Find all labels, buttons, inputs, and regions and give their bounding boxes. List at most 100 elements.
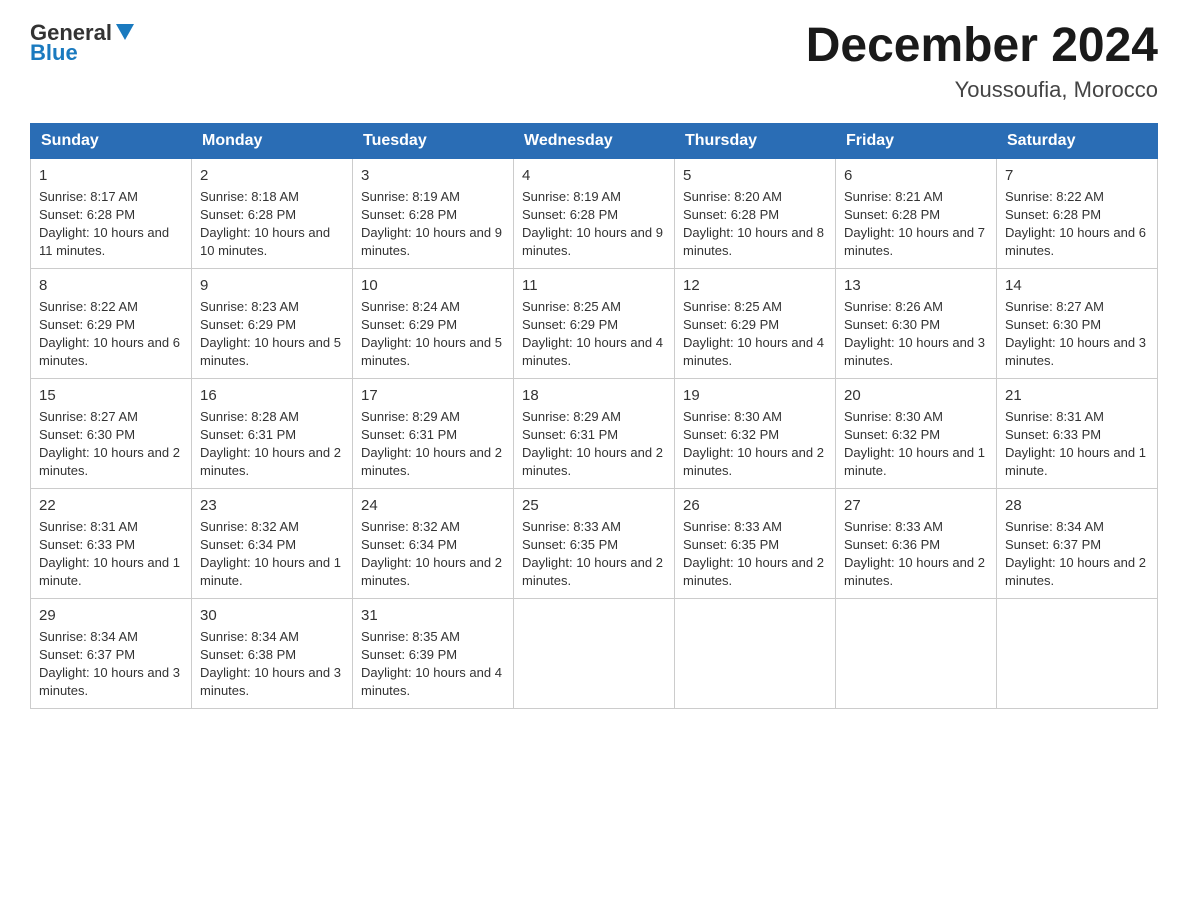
day-number: 21: [1005, 385, 1149, 406]
day-number: 31: [361, 605, 505, 626]
day-number: 23: [200, 495, 344, 516]
calendar-cell: 25Sunrise: 8:33 AMSunset: 6:35 PMDayligh…: [514, 488, 675, 598]
day-number: 3: [361, 165, 505, 186]
day-info: Sunrise: 8:30 AMSunset: 6:32 PMDaylight:…: [683, 409, 824, 479]
column-header-saturday: Saturday: [997, 123, 1158, 158]
calendar-cell: 12 Sunrise: 8:25 AMSunset: 6:29 PMDayligh…: [675, 268, 836, 378]
day-info: Sunrise: 8:20 AMSunset: 6:28 PMDaylight:…: [683, 189, 824, 259]
calendar-cell: [514, 598, 675, 708]
calendar-week-row: 8 Sunrise: 8:22 AMSunset: 6:29 PMDaylight…: [31, 268, 1158, 378]
calendar-cell: [997, 598, 1158, 708]
day-number: 12: [683, 275, 827, 296]
location-text: Youssoufia, Morocco: [806, 77, 1158, 103]
day-info: Sunrise: 8:35 AMSunset: 6:39 PMDaylight:…: [361, 629, 502, 699]
calendar-cell: 10 Sunrise: 8:24 AMSunset: 6:29 PMDayligh…: [353, 268, 514, 378]
day-info: Sunrise: 8:22 AMSunset: 6:28 PMDaylight:…: [1005, 189, 1146, 259]
calendar-cell: [836, 598, 997, 708]
day-number: 26: [683, 495, 827, 516]
day-number: 22: [39, 495, 183, 516]
calendar-cell: 7 Sunrise: 8:22 AMSunset: 6:28 PMDaylight…: [997, 158, 1158, 268]
day-info: Sunrise: 8:21 AMSunset: 6:28 PMDaylight:…: [844, 189, 985, 259]
calendar-cell: 8 Sunrise: 8:22 AMSunset: 6:29 PMDaylight…: [31, 268, 192, 378]
day-info: Sunrise: 8:24 AMSunset: 6:29 PMDaylight:…: [361, 299, 502, 369]
day-info: Sunrise: 8:29 AMSunset: 6:31 PMDaylight:…: [361, 409, 502, 479]
calendar-cell: 23 Sunrise: 8:32 AMSunset: 6:34 PMDayligh…: [192, 488, 353, 598]
calendar-cell: 5Sunrise: 8:20 AMSunset: 6:28 PMDaylight…: [675, 158, 836, 268]
day-number: 17: [361, 385, 505, 406]
calendar-cell: 24 Sunrise: 8:32 AMSunset: 6:34 PMDayligh…: [353, 488, 514, 598]
calendar-header-row: SundayMondayTuesdayWednesdayThursdayFrid…: [31, 123, 1158, 158]
title-block: December 2024 Youssoufia, Morocco: [806, 20, 1158, 103]
day-number: 4: [522, 165, 666, 186]
calendar-cell: 4 Sunrise: 8:19 AMSunset: 6:28 PMDaylight…: [514, 158, 675, 268]
calendar-week-row: 1 Sunrise: 8:17 AMSunset: 6:28 PMDaylight…: [31, 158, 1158, 268]
calendar-week-row: 22 Sunrise: 8:31 AMSunset: 6:33 PMDayligh…: [31, 488, 1158, 598]
day-number: 9: [200, 275, 344, 296]
day-number: 25: [522, 495, 666, 516]
column-header-friday: Friday: [836, 123, 997, 158]
calendar-cell: 19 Sunrise: 8:30 AMSunset: 6:32 PMDayligh…: [675, 378, 836, 488]
calendar-cell: 22 Sunrise: 8:31 AMSunset: 6:33 PMDayligh…: [31, 488, 192, 598]
day-info: Sunrise: 8:34 AMSunset: 6:37 PMDaylight:…: [1005, 519, 1146, 589]
day-number: 14: [1005, 275, 1149, 296]
day-info: Sunrise: 8:18 AMSunset: 6:28 PMDaylight:…: [200, 189, 330, 259]
calendar-cell: 9 Sunrise: 8:23 AMSunset: 6:29 PMDaylight…: [192, 268, 353, 378]
calendar-week-row: 15 Sunrise: 8:27 AMSunset: 6:30 PMDayligh…: [31, 378, 1158, 488]
calendar-cell: 27Sunrise: 8:33 AMSunset: 6:36 PMDayligh…: [836, 488, 997, 598]
calendar-cell: 6 Sunrise: 8:21 AMSunset: 6:28 PMDaylight…: [836, 158, 997, 268]
calendar-cell: 18Sunrise: 8:29 AMSunset: 6:31 PMDayligh…: [514, 378, 675, 488]
calendar-cell: [675, 598, 836, 708]
column-header-monday: Monday: [192, 123, 353, 158]
day-number: 24: [361, 495, 505, 516]
day-number: 2: [200, 165, 344, 186]
column-header-wednesday: Wednesday: [514, 123, 675, 158]
logo: General Blue: [30, 20, 136, 66]
calendar-cell: 16 Sunrise: 8:28 AMSunset: 6:31 PMDayligh…: [192, 378, 353, 488]
day-info: Sunrise: 8:27 AMSunset: 6:30 PMDaylight:…: [39, 409, 180, 479]
day-number: 15: [39, 385, 183, 406]
day-info: Sunrise: 8:34 AMSunset: 6:38 PMDaylight:…: [200, 629, 341, 699]
day-info: Sunrise: 8:26 AMSunset: 6:30 PMDaylight:…: [844, 299, 985, 369]
day-number: 18: [522, 385, 666, 406]
calendar-cell: 3 Sunrise: 8:19 AMSunset: 6:28 PMDaylight…: [353, 158, 514, 268]
day-info: Sunrise: 8:25 AMSunset: 6:29 PMDaylight:…: [683, 299, 824, 369]
day-info: Sunrise: 8:22 AMSunset: 6:29 PMDaylight:…: [39, 299, 180, 369]
day-info: Sunrise: 8:17 AMSunset: 6:28 PMDaylight:…: [39, 189, 169, 259]
day-number: 27: [844, 495, 988, 516]
day-number: 16: [200, 385, 344, 406]
day-number: 19: [683, 385, 827, 406]
day-info: Sunrise: 8:28 AMSunset: 6:31 PMDaylight:…: [200, 409, 341, 479]
day-number: 28: [1005, 495, 1149, 516]
day-info: Sunrise: 8:32 AMSunset: 6:34 PMDaylight:…: [361, 519, 502, 589]
calendar-cell: 11Sunrise: 8:25 AMSunset: 6:29 PMDayligh…: [514, 268, 675, 378]
column-header-sunday: Sunday: [31, 123, 192, 158]
calendar-cell: 14Sunrise: 8:27 AMSunset: 6:30 PMDayligh…: [997, 268, 1158, 378]
day-number: 10: [361, 275, 505, 296]
calendar-cell: 20 Sunrise: 8:30 AMSunset: 6:32 PMDayligh…: [836, 378, 997, 488]
day-number: 20: [844, 385, 988, 406]
day-info: Sunrise: 8:19 AMSunset: 6:28 PMDaylight:…: [522, 189, 663, 259]
day-info: Sunrise: 8:31 AMSunset: 6:33 PMDaylight:…: [1005, 409, 1146, 479]
month-title: December 2024: [806, 20, 1158, 73]
day-number: 6: [844, 165, 988, 186]
day-number: 7: [1005, 165, 1149, 186]
calendar-cell: 1 Sunrise: 8:17 AMSunset: 6:28 PMDaylight…: [31, 158, 192, 268]
day-info: Sunrise: 8:31 AMSunset: 6:33 PMDaylight:…: [39, 519, 180, 589]
day-number: 1: [39, 165, 183, 186]
page-header: General Blue December 2024 Youssoufia, M…: [30, 20, 1158, 103]
day-number: 13: [844, 275, 988, 296]
day-info: Sunrise: 8:23 AMSunset: 6:29 PMDaylight:…: [200, 299, 341, 369]
calendar-cell: 15 Sunrise: 8:27 AMSunset: 6:30 PMDayligh…: [31, 378, 192, 488]
calendar-table: SundayMondayTuesdayWednesdayThursdayFrid…: [30, 123, 1158, 709]
day-info: Sunrise: 8:32 AMSunset: 6:34 PMDaylight:…: [200, 519, 341, 589]
column-header-thursday: Thursday: [675, 123, 836, 158]
calendar-cell: 2 Sunrise: 8:18 AMSunset: 6:28 PMDaylight…: [192, 158, 353, 268]
day-info: Sunrise: 8:19 AMSunset: 6:28 PMDaylight:…: [361, 189, 502, 259]
calendar-cell: 13 Sunrise: 8:26 AMSunset: 6:30 PMDayligh…: [836, 268, 997, 378]
calendar-week-row: 29Sunrise: 8:34 AMSunset: 6:37 PMDayligh…: [31, 598, 1158, 708]
day-info: Sunrise: 8:30 AMSunset: 6:32 PMDaylight:…: [844, 409, 985, 479]
day-number: 11: [522, 275, 666, 296]
logo-arrow-icon: [114, 22, 136, 44]
calendar-cell: 30Sunrise: 8:34 AMSunset: 6:38 PMDayligh…: [192, 598, 353, 708]
day-number: 8: [39, 275, 183, 296]
